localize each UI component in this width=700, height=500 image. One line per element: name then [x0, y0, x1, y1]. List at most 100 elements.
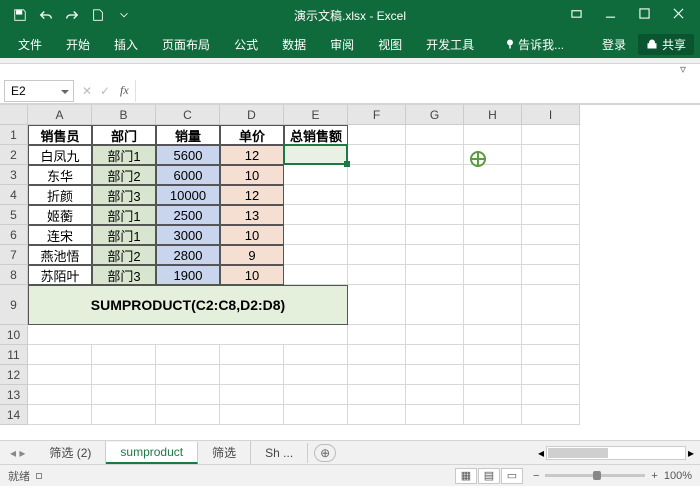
row-header[interactable]: 6: [0, 225, 28, 245]
cell[interactable]: [406, 205, 464, 225]
cell[interactable]: [348, 285, 406, 325]
cell[interactable]: [28, 365, 92, 385]
cell[interactable]: [406, 405, 464, 425]
cell[interactable]: [406, 145, 464, 165]
cell[interactable]: 9: [220, 245, 284, 265]
col-header[interactable]: D: [220, 105, 284, 125]
cell[interactable]: [406, 365, 464, 385]
col-header[interactable]: A: [28, 105, 92, 125]
undo-icon[interactable]: [34, 3, 58, 27]
name-box[interactable]: E2: [4, 80, 74, 102]
cell[interactable]: [284, 365, 348, 385]
cell[interactable]: [348, 225, 406, 245]
cell[interactable]: [220, 345, 284, 365]
cell[interactable]: 部门3: [92, 265, 156, 285]
row-header[interactable]: 14: [0, 405, 28, 425]
cell[interactable]: [464, 185, 522, 205]
cell[interactable]: 白凤九: [28, 145, 92, 165]
row-header[interactable]: 2: [0, 145, 28, 165]
cell[interactable]: [406, 125, 464, 145]
col-header[interactable]: I: [522, 105, 580, 125]
cell[interactable]: [464, 165, 522, 185]
cell[interactable]: [406, 165, 464, 185]
close-icon[interactable]: [670, 8, 686, 22]
cell[interactable]: [406, 345, 464, 365]
cell[interactable]: [522, 265, 580, 285]
cell[interactable]: [522, 345, 580, 365]
cell[interactable]: 2800: [156, 245, 220, 265]
select-all-corner[interactable]: [0, 105, 28, 125]
cell[interactable]: 10: [220, 165, 284, 185]
cell[interactable]: 姬蘅: [28, 205, 92, 225]
cell[interactable]: [406, 285, 464, 325]
cell[interactable]: [522, 185, 580, 205]
cell[interactable]: [464, 345, 522, 365]
cell[interactable]: [284, 225, 348, 245]
row-header[interactable]: 7: [0, 245, 28, 265]
login-link[interactable]: 登录: [590, 30, 638, 58]
cell[interactable]: [348, 345, 406, 365]
cell[interactable]: [522, 125, 580, 145]
cell[interactable]: [28, 325, 348, 345]
cell[interactable]: [464, 245, 522, 265]
cell[interactable]: [284, 185, 348, 205]
spreadsheet-grid[interactable]: A B C D E F G H I 1 销售员 部门 销量 单价 总销售额 2 …: [0, 104, 700, 440]
cell[interactable]: 折颜: [28, 185, 92, 205]
cell[interactable]: 3000: [156, 225, 220, 245]
zoom-in-button[interactable]: +: [651, 470, 657, 482]
save-icon[interactable]: [8, 3, 32, 27]
cell[interactable]: [522, 245, 580, 265]
cell[interactable]: 连宋: [28, 225, 92, 245]
cell[interactable]: [284, 265, 348, 285]
tab-developer[interactable]: 开发工具: [414, 30, 486, 58]
cell[interactable]: [406, 325, 464, 345]
page-layout-view-icon[interactable]: ▤: [478, 468, 500, 484]
cell[interactable]: 12: [220, 145, 284, 165]
header-cell[interactable]: 单价: [220, 125, 284, 145]
sheet-nav[interactable]: ◂ ▸: [0, 446, 35, 460]
cell[interactable]: [220, 405, 284, 425]
cell[interactable]: [464, 125, 522, 145]
cell[interactable]: [348, 145, 406, 165]
cell[interactable]: 东华: [28, 165, 92, 185]
row-header[interactable]: 8: [0, 265, 28, 285]
formula-input[interactable]: [135, 80, 700, 102]
col-header[interactable]: C: [156, 105, 220, 125]
cell[interactable]: [92, 385, 156, 405]
cell[interactable]: 部门1: [92, 205, 156, 225]
active-cell[interactable]: [284, 145, 348, 165]
cell[interactable]: [220, 385, 284, 405]
cell[interactable]: [464, 285, 522, 325]
cell[interactable]: [464, 225, 522, 245]
header-cell[interactable]: 销售员: [28, 125, 92, 145]
cell[interactable]: [464, 145, 522, 165]
cell[interactable]: [522, 205, 580, 225]
cell[interactable]: [92, 405, 156, 425]
header-cell[interactable]: 总销售额: [284, 125, 348, 145]
row-header[interactable]: 12: [0, 365, 28, 385]
cell[interactable]: [522, 145, 580, 165]
cell[interactable]: [156, 345, 220, 365]
header-cell[interactable]: 销量: [156, 125, 220, 145]
redo-icon[interactable]: [60, 3, 84, 27]
scroll-right-icon[interactable]: ▸: [688, 446, 694, 460]
scroll-thumb[interactable]: [548, 448, 608, 458]
col-header[interactable]: H: [464, 105, 522, 125]
ribbon-options-icon[interactable]: [568, 8, 584, 22]
cell[interactable]: [348, 185, 406, 205]
tab-insert[interactable]: 插入: [102, 30, 150, 58]
cell[interactable]: [156, 385, 220, 405]
cell[interactable]: [284, 405, 348, 425]
cell[interactable]: [92, 365, 156, 385]
macro-record-icon[interactable]: [36, 473, 42, 479]
cell[interactable]: [464, 365, 522, 385]
cell[interactable]: [348, 125, 406, 145]
header-cell[interactable]: 部门: [92, 125, 156, 145]
col-header[interactable]: B: [92, 105, 156, 125]
col-header[interactable]: F: [348, 105, 406, 125]
cell[interactable]: [464, 265, 522, 285]
cell[interactable]: [406, 385, 464, 405]
cell[interactable]: [522, 225, 580, 245]
cell[interactable]: [522, 285, 580, 325]
fx-icon[interactable]: fx: [120, 83, 129, 98]
